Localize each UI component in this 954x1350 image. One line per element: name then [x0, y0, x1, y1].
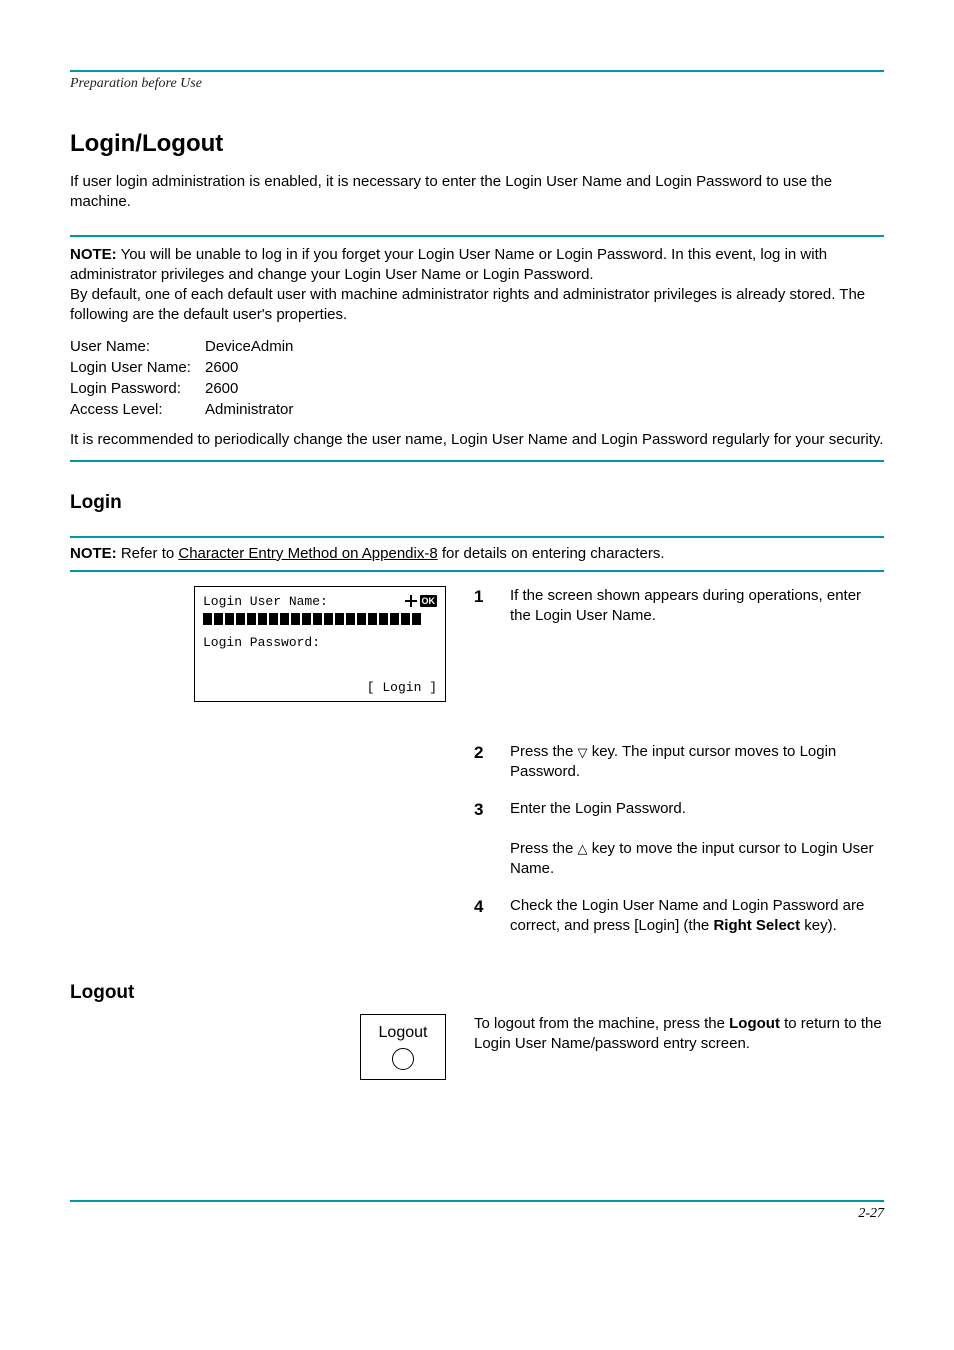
- screen-password-label: Login Password:: [203, 635, 437, 650]
- default-user-properties: User Name:DeviceAdmin Login User Name:26…: [70, 336, 884, 420]
- page-title: Login/Logout: [70, 130, 884, 158]
- note-line-1: NOTE: You will be unable to log in if yo…: [70, 245, 884, 286]
- note-label: NOTE:: [70, 246, 117, 263]
- prop-key: Login Password:: [70, 378, 205, 399]
- logout-key-label: Logout: [379, 1024, 428, 1042]
- step-4-text: Check the Login User Name and Login Pass…: [510, 897, 864, 934]
- prop-val: 2600: [205, 357, 238, 378]
- footer-rule: [70, 1200, 884, 1202]
- note-text-2: By default, one of each default user wit…: [70, 285, 884, 326]
- page-number: 2-27: [70, 1206, 884, 1222]
- step-3: 3 Enter the Login Password.Press the △ k…: [474, 799, 884, 880]
- note-box-2: NOTE: Refer to Character Entry Method on…: [70, 536, 884, 572]
- logout-text: To logout from the machine, press the Lo…: [474, 1014, 884, 1055]
- step-3-text: Enter the Login Password.Press the △ key…: [510, 800, 874, 878]
- running-head: Preparation before Use: [70, 76, 884, 92]
- prop-key: User Name:: [70, 336, 205, 357]
- logout-row: Logout To logout from the machine, press…: [70, 1014, 884, 1080]
- ok-icon: OK: [404, 594, 438, 608]
- logout-text-b: Logout: [729, 1015, 780, 1032]
- note2-post: for details on entering characters.: [438, 545, 665, 562]
- note-text-1: You will be unable to log in if you forg…: [70, 246, 827, 283]
- note2-link: Character Entry Method on Appendix-8: [178, 545, 437, 562]
- prop-val: DeviceAdmin: [205, 336, 293, 357]
- step-1: 1If the screen shown appears during oper…: [474, 586, 884, 627]
- prop-val: 2600: [205, 378, 238, 399]
- logout-heading: Logout: [70, 982, 884, 1004]
- login-user-name-entry: [203, 613, 437, 627]
- logout-key-illustration: Logout: [360, 1014, 446, 1080]
- down-triangle-icon: ▽: [578, 744, 588, 762]
- screen-title: Login User Name:: [203, 594, 328, 609]
- intro-text: If user login administration is enabled,…: [70, 172, 884, 213]
- step-4: 4 Check the Login User Name and Login Pa…: [474, 896, 884, 937]
- header-rule: [70, 70, 884, 72]
- login-step-1-row: Login User Name: OK Login Password: [ Lo…: [70, 586, 884, 702]
- login-heading: Login: [70, 492, 884, 514]
- note2-pre: Refer to: [121, 545, 179, 562]
- lcd-screen: Login User Name: OK Login Password: [ Lo…: [194, 586, 446, 702]
- note-label-2: NOTE:: [70, 545, 117, 562]
- up-triangle-icon: △: [578, 840, 588, 858]
- screen-fn-right: [ Login ]: [367, 680, 437, 695]
- step-2: 2 Press the ▽ key. The input cursor move…: [474, 742, 884, 783]
- prop-key: Access Level:: [70, 399, 205, 420]
- prop-val: Administrator: [205, 399, 293, 420]
- note-text-3: It is recommended to periodically change…: [70, 430, 884, 450]
- step-2-text: Press the ▽ key. The input cursor moves …: [510, 743, 836, 780]
- dpad-icon: [404, 594, 418, 608]
- step-1-text: If the screen shown appears during opera…: [510, 587, 861, 624]
- logout-text-a: To logout from the machine, press the: [474, 1015, 729, 1032]
- running-head-left: Preparation before Use: [70, 76, 202, 92]
- note-box-1: NOTE: You will be unable to log in if yo…: [70, 235, 884, 462]
- prop-key: Login User Name:: [70, 357, 205, 378]
- ok-badge: OK: [420, 595, 438, 607]
- login-steps-rest: 2 Press the ▽ key. The input cursor move…: [70, 742, 884, 952]
- logout-key-icon: [392, 1048, 414, 1070]
- footer: 2-27: [70, 1200, 884, 1222]
